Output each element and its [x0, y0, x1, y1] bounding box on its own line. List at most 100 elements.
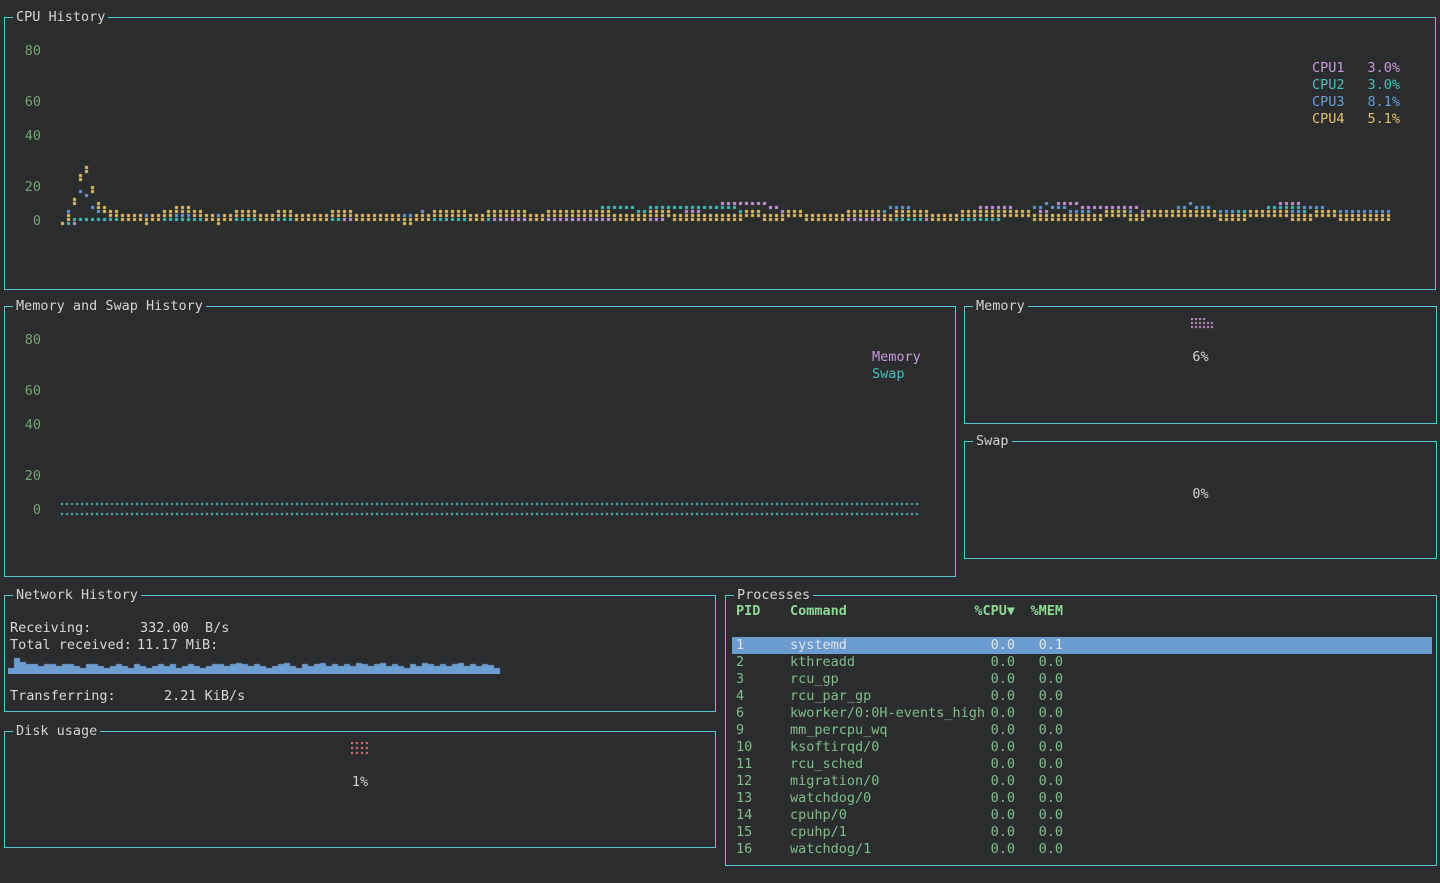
process-row-9[interactable]: 9 mm_percpu_wq 0.00.0 — [732, 722, 1432, 739]
cpu-legend-value: 3.0% — [1367, 77, 1400, 93]
process-pid: 3 — [736, 671, 744, 688]
process-cpu-percent: 0.0 — [945, 807, 1015, 824]
process-cpu-percent: 0.0 — [945, 756, 1015, 773]
process-mem-percent: 0.0 — [1018, 824, 1063, 841]
cpu-history-chart — [5, 18, 1435, 289]
process-cpu-percent: 0.0 — [945, 722, 1015, 739]
network-history-title: Network History — [13, 587, 141, 603]
process-cpu-percent: 0.0 — [945, 790, 1015, 807]
disk-usage-title: Disk usage — [13, 723, 100, 739]
processes-header-cpu-sort: %CPU▼ — [945, 603, 1015, 620]
process-cpu-percent: 0.0 — [945, 671, 1015, 688]
process-command: cpuhp/1 — [790, 824, 847, 841]
memory-gauge-percent: 6% — [965, 349, 1436, 365]
network-receiving-label: Receiving: — [10, 620, 91, 636]
network-transferring-label: Transferring: — [10, 688, 116, 704]
cpu-legend-name: CPU1 — [1312, 60, 1345, 76]
cpu-legend-value: 8.1% — [1367, 94, 1400, 110]
processes-title: Processes — [734, 587, 813, 603]
process-row-13[interactable]: 13 watchdog/0 0.00.0 — [732, 790, 1432, 807]
swap-gauge-panel: Swap 0% — [964, 441, 1437, 559]
process-command: cpuhp/0 — [790, 807, 847, 824]
disk-usage-dots-icon — [351, 742, 371, 756]
cpu-tick-80: 80 — [5, 43, 41, 59]
process-row-10[interactable]: 10 ksoftirqd/0 0.00.0 — [732, 739, 1432, 756]
swap-gauge-percent: 0% — [965, 486, 1436, 502]
cpu-legend-name: CPU2 — [1312, 77, 1345, 93]
process-cpu-percent: 0.0 — [945, 637, 1015, 654]
processes-header-command: Command — [790, 603, 847, 620]
process-row-3[interactable]: 3 rcu_gp 0.00.0 — [732, 671, 1432, 688]
memswap-legend-item-memory: Memory — [872, 349, 921, 365]
process-command: rcu_gp — [790, 671, 839, 688]
process-command: rcu_par_gp — [790, 688, 871, 705]
processes-panel: Processes PID Command %CPU▼ %MEM 1system… — [725, 595, 1437, 866]
cpu-legend-item-cpu2: CPU2 3.0% — [1312, 77, 1400, 93]
process-pid: 1 — [736, 637, 744, 654]
process-command: mm_percpu_wq — [790, 722, 888, 739]
process-pid: 9 — [736, 722, 744, 739]
processes-header-pid: PID — [736, 603, 760, 620]
process-pid: 12 — [736, 773, 752, 790]
cpu-legend-name: CPU4 — [1312, 111, 1345, 127]
memswap-tick-20: 20 — [5, 468, 41, 484]
process-mem-percent: 0.0 — [1018, 773, 1063, 790]
memory-swap-history-chart — [5, 307, 955, 576]
process-command: watchdog/0 — [790, 790, 871, 807]
process-mem-percent: 0.1 — [1018, 637, 1063, 654]
process-command: ksoftirqd/0 — [790, 739, 879, 756]
process-row-6[interactable]: 6kworker/0:0H-events_high0.00.0 — [732, 705, 1432, 722]
memswap-tick-60: 60 — [5, 383, 41, 399]
process-command: rcu_sched — [790, 756, 863, 773]
process-mem-percent: 0.0 — [1018, 841, 1063, 858]
process-pid: 13 — [736, 790, 752, 807]
network-history-panel: Network History Receiving: 332.00 B/s To… — [4, 595, 716, 712]
cpu-tick-0: 0 — [5, 213, 41, 229]
process-mem-percent: 0.0 — [1018, 671, 1063, 688]
process-row-11[interactable]: 11rcu_sched0.00.0 — [732, 756, 1432, 773]
memory-swap-history-panel: Memory and Swap History 806040200 Memory… — [4, 306, 956, 577]
process-mem-percent: 0.0 — [1018, 722, 1063, 739]
process-row-12[interactable]: 12 migration/0 0.00.0 — [732, 773, 1432, 790]
process-cpu-percent: 0.0 — [945, 654, 1015, 671]
process-command: migration/0 — [790, 773, 879, 790]
process-cpu-percent: 0.0 — [945, 773, 1015, 790]
memswap-tick-0: 0 — [5, 502, 41, 518]
memory-gauge-panel: Memory 6% — [964, 306, 1437, 424]
process-command: kthreadd — [790, 654, 855, 671]
process-mem-percent: 0.0 — [1018, 756, 1063, 773]
memswap-tick-80: 80 — [5, 332, 41, 348]
cpu-legend-item-cpu3: CPU38.1% — [1312, 94, 1400, 110]
memswap-legend-item-swap: Swap — [872, 366, 905, 382]
processes-header-mem: %MEM — [1018, 603, 1063, 620]
disk-usage-panel: Disk usage 1% — [4, 731, 716, 848]
network-transferring-value: 2.21 KiB/s — [164, 688, 245, 704]
process-pid: 4 — [736, 688, 744, 705]
cpu-legend-item-cpu1: CPU13.0% — [1312, 60, 1400, 76]
process-pid: 15 — [736, 824, 752, 841]
process-cpu-percent: 0.0 — [945, 824, 1015, 841]
process-mem-percent: 0.0 — [1018, 705, 1063, 722]
process-cpu-percent: 0.0 — [945, 688, 1015, 705]
process-row-14[interactable]: 14cpuhp/00.00.0 — [732, 807, 1432, 824]
process-mem-percent: 0.0 — [1018, 688, 1063, 705]
process-row-1[interactable]: 1systemd0.00.1 — [732, 637, 1432, 654]
process-mem-percent: 0.0 — [1018, 739, 1063, 756]
process-cpu-percent: 0.0 — [945, 739, 1015, 756]
cpu-history-panel: CPU History 806040200 CPU13.0%CPU23.0%CP… — [4, 17, 1436, 290]
process-mem-percent: 0.0 — [1018, 790, 1063, 807]
process-mem-percent: 0.0 — [1018, 654, 1063, 671]
process-pid: 16 — [736, 841, 752, 858]
process-row-15[interactable]: 15 cpuhp/1 0.00.0 — [732, 824, 1432, 841]
process-row-16[interactable]: 16 watchdog/1 0.00.0 — [732, 841, 1432, 858]
process-row-4[interactable]: 4 rcu_par_gp 0.00.0 — [732, 688, 1432, 705]
memory-gauge-title: Memory — [973, 298, 1028, 314]
process-command: watchdog/1 — [790, 841, 871, 858]
process-row-2[interactable]: 2kthreadd0.00.0 — [732, 654, 1432, 671]
process-cpu-percent: 0.0 — [945, 841, 1015, 858]
cpu-tick-40: 40 — [5, 128, 41, 144]
process-pid: 10 — [736, 739, 752, 756]
swap-gauge-title: Swap — [973, 433, 1012, 449]
process-pid: 14 — [736, 807, 752, 824]
cpu-legend-item-cpu4: CPU45.1% — [1312, 111, 1400, 127]
